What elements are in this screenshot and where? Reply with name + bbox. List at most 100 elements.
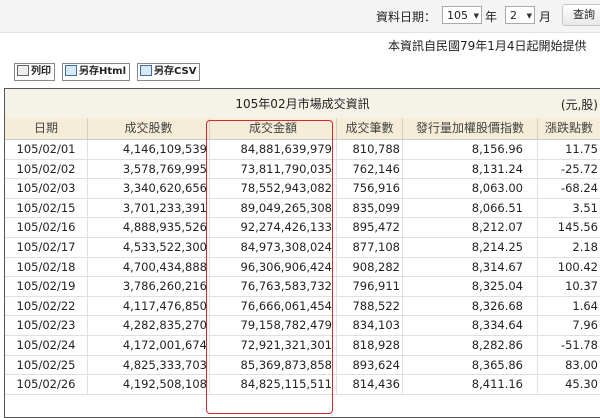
cell-date: 105/02/19: [5, 277, 88, 297]
header-transactions: 成交筆數: [337, 118, 403, 139]
header-date: 日期: [5, 118, 88, 139]
cell-amount: 84,825,115,511: [210, 375, 337, 395]
cell-amount: 92,274,426,133: [210, 218, 337, 238]
cell-shares: 4,117,476,850: [88, 296, 210, 316]
header-index: 發行量加權股價指數: [403, 118, 538, 139]
table-row: 105/02/17 4,533,522,300 84,973,308,024 877,…: [5, 237, 600, 258]
cell-amount: 76,666,061,454: [210, 296, 337, 316]
cell-date: 105/02/23: [5, 316, 88, 336]
query-button[interactable]: 查詢: [562, 4, 600, 26]
cell-shares: 4,825,333,703: [88, 355, 210, 375]
table-row: 105/02/25 4,825,333,703 85,369,873,858 893,…: [5, 355, 600, 376]
save-html-button[interactable]: 另存Html: [62, 63, 130, 81]
cell-shares: 3,340,620,656: [88, 179, 210, 199]
header-change: 漲跌點數: [544, 121, 593, 135]
table-row: 105/02/03 3,340,620,656 78,552,943,082 756,…: [5, 179, 600, 199]
month-unit: 月: [539, 10, 552, 24]
cell-index: 8,334.64: [403, 316, 538, 336]
cell-change: 100.42: [557, 259, 598, 274]
query-bar: 資料日期： 105 年 2 月 查詢: [0, 0, 600, 33]
table-row: 105/02/26 4,192,508,108 84,825,115,511 814,…: [5, 375, 600, 395]
cell-transactions: 762,146: [337, 159, 403, 179]
cell-date: 105/02/26: [5, 375, 88, 395]
cell-date: 105/02/16: [5, 218, 88, 238]
cell-date: 105/02/25: [5, 355, 88, 375]
table-row: 105/02/18 4,700,434,888 96,306,906,424 908,…: [5, 257, 600, 278]
cell-shares: 4,282,835,270: [88, 316, 210, 336]
cell-index: 8,314.67: [403, 257, 538, 277]
cell-index: 8,156.96: [403, 140, 538, 159]
cell-change: -51.78: [560, 337, 598, 352]
header-amount: 成交金額: [210, 118, 337, 139]
table-row: 105/02/15 3,701,233,391 89,049,265,308 835,…: [5, 198, 600, 219]
cell-shares: 4,533,522,300: [88, 237, 210, 257]
data-notice: 本資訊自民國79年1月4日起開始提供: [388, 39, 587, 53]
cell-transactions: 877,108: [337, 237, 403, 257]
cell-change: -25.72: [560, 161, 598, 176]
cell-shares: 3,578,769,995: [88, 159, 210, 179]
save-csv-button[interactable]: 另存CSV: [137, 63, 201, 81]
table-row: 105/02/24 4,172,001,674 72,921,321,301 818,…: [5, 335, 600, 356]
cell-change: 45.30: [565, 377, 598, 392]
cell-amount: 73,811,790,035: [210, 159, 337, 179]
cell-index: 8,214.25: [403, 237, 538, 257]
cell-date: 105/02/18: [5, 257, 88, 277]
cell-amount: 89,049,265,308: [210, 198, 337, 218]
cell-transactions: 895,472: [337, 218, 403, 238]
cell-index: 8,212.07: [403, 218, 538, 238]
cell-index: 8,325.04: [403, 277, 538, 297]
table-title-row: 105年02月市場成交資訊 (元,股): [5, 89, 600, 119]
cell-transactions: 796,911: [337, 277, 403, 297]
cell-index: 8,131.24: [403, 159, 538, 179]
month-select[interactable]: 2: [505, 6, 535, 25]
cell-transactions: 756,916: [337, 179, 403, 199]
year-unit: 年: [485, 10, 498, 24]
cell-transactions: 908,282: [337, 257, 403, 277]
cell-date: 105/02/17: [5, 237, 88, 257]
cell-date: 105/02/03: [5, 179, 88, 199]
table-row: 105/02/01 4,146,109,539 84,881,639,979 810,…: [5, 140, 600, 160]
cell-transactions: 893,624: [337, 355, 403, 375]
cell-change: 2.18: [572, 239, 598, 254]
table-row: 105/02/16 4,888,935,526 92,274,426,133 895,…: [5, 218, 600, 238]
table-row: 105/02/02 3,578,769,995 73,811,790,035 762,…: [5, 159, 600, 180]
print-button[interactable]: 列印: [14, 63, 55, 81]
printer-icon: [17, 65, 29, 76]
cell-index: 8,063.00: [403, 179, 538, 199]
table-body: 105/02/01 4,146,109,539 84,881,639,979 810,…: [5, 140, 600, 395]
table-title: 105年02月市場成交資訊: [235, 97, 370, 111]
cell-shares: 4,172,001,674: [88, 335, 210, 355]
cell-date: 105/02/02: [5, 159, 88, 179]
cell-shares: 4,700,434,888: [88, 257, 210, 277]
cell-shares: 3,701,233,391: [88, 198, 210, 218]
cell-index: 8,365.86: [403, 355, 538, 375]
print-label: 列印: [31, 66, 51, 77]
cell-amount: 78,552,943,082: [210, 179, 337, 199]
cell-shares: 4,146,109,539: [88, 140, 210, 159]
save-html-label: 另存Html: [79, 66, 126, 77]
cell-date: 105/02/22: [5, 296, 88, 316]
cell-transactions: 818,928: [337, 335, 403, 355]
table-row: 105/02/22 4,117,476,850 76,666,061,454 788,…: [5, 296, 600, 317]
cell-change: 83.00: [565, 357, 598, 372]
save-file-icon: [65, 65, 77, 76]
save-csv-label: 另存CSV: [154, 66, 197, 77]
cell-transactions: 788,522: [337, 296, 403, 316]
cell-amount: 79,158,782,479: [210, 316, 337, 336]
cell-amount: 85,369,873,858: [210, 355, 337, 375]
table-header-row: 日期 成交股數 成交金額 成交筆數 發行量加權股價指數 漲跌點數: [5, 118, 600, 140]
cell-amount: 76,763,583,732: [210, 277, 337, 297]
year-select[interactable]: 105: [442, 6, 482, 25]
cell-change: 1.64: [572, 298, 598, 313]
cell-amount: 96,306,906,424: [210, 257, 337, 277]
cell-shares: 4,888,935,526: [88, 218, 210, 238]
cell-transactions: 834,103: [337, 316, 403, 336]
date-label: 資料日期：: [376, 10, 437, 24]
cell-index: 8,282.86: [403, 335, 538, 355]
cell-date: 105/02/24: [5, 335, 88, 355]
cell-change: -68.24: [560, 181, 598, 196]
table-unit: (元,股): [560, 98, 598, 112]
table-row: 105/02/19 3,786,260,216 76,763,583,732 796,…: [5, 277, 600, 297]
cell-index: 8,066.51: [403, 198, 538, 218]
cell-shares: 3,786,260,216: [88, 277, 210, 297]
